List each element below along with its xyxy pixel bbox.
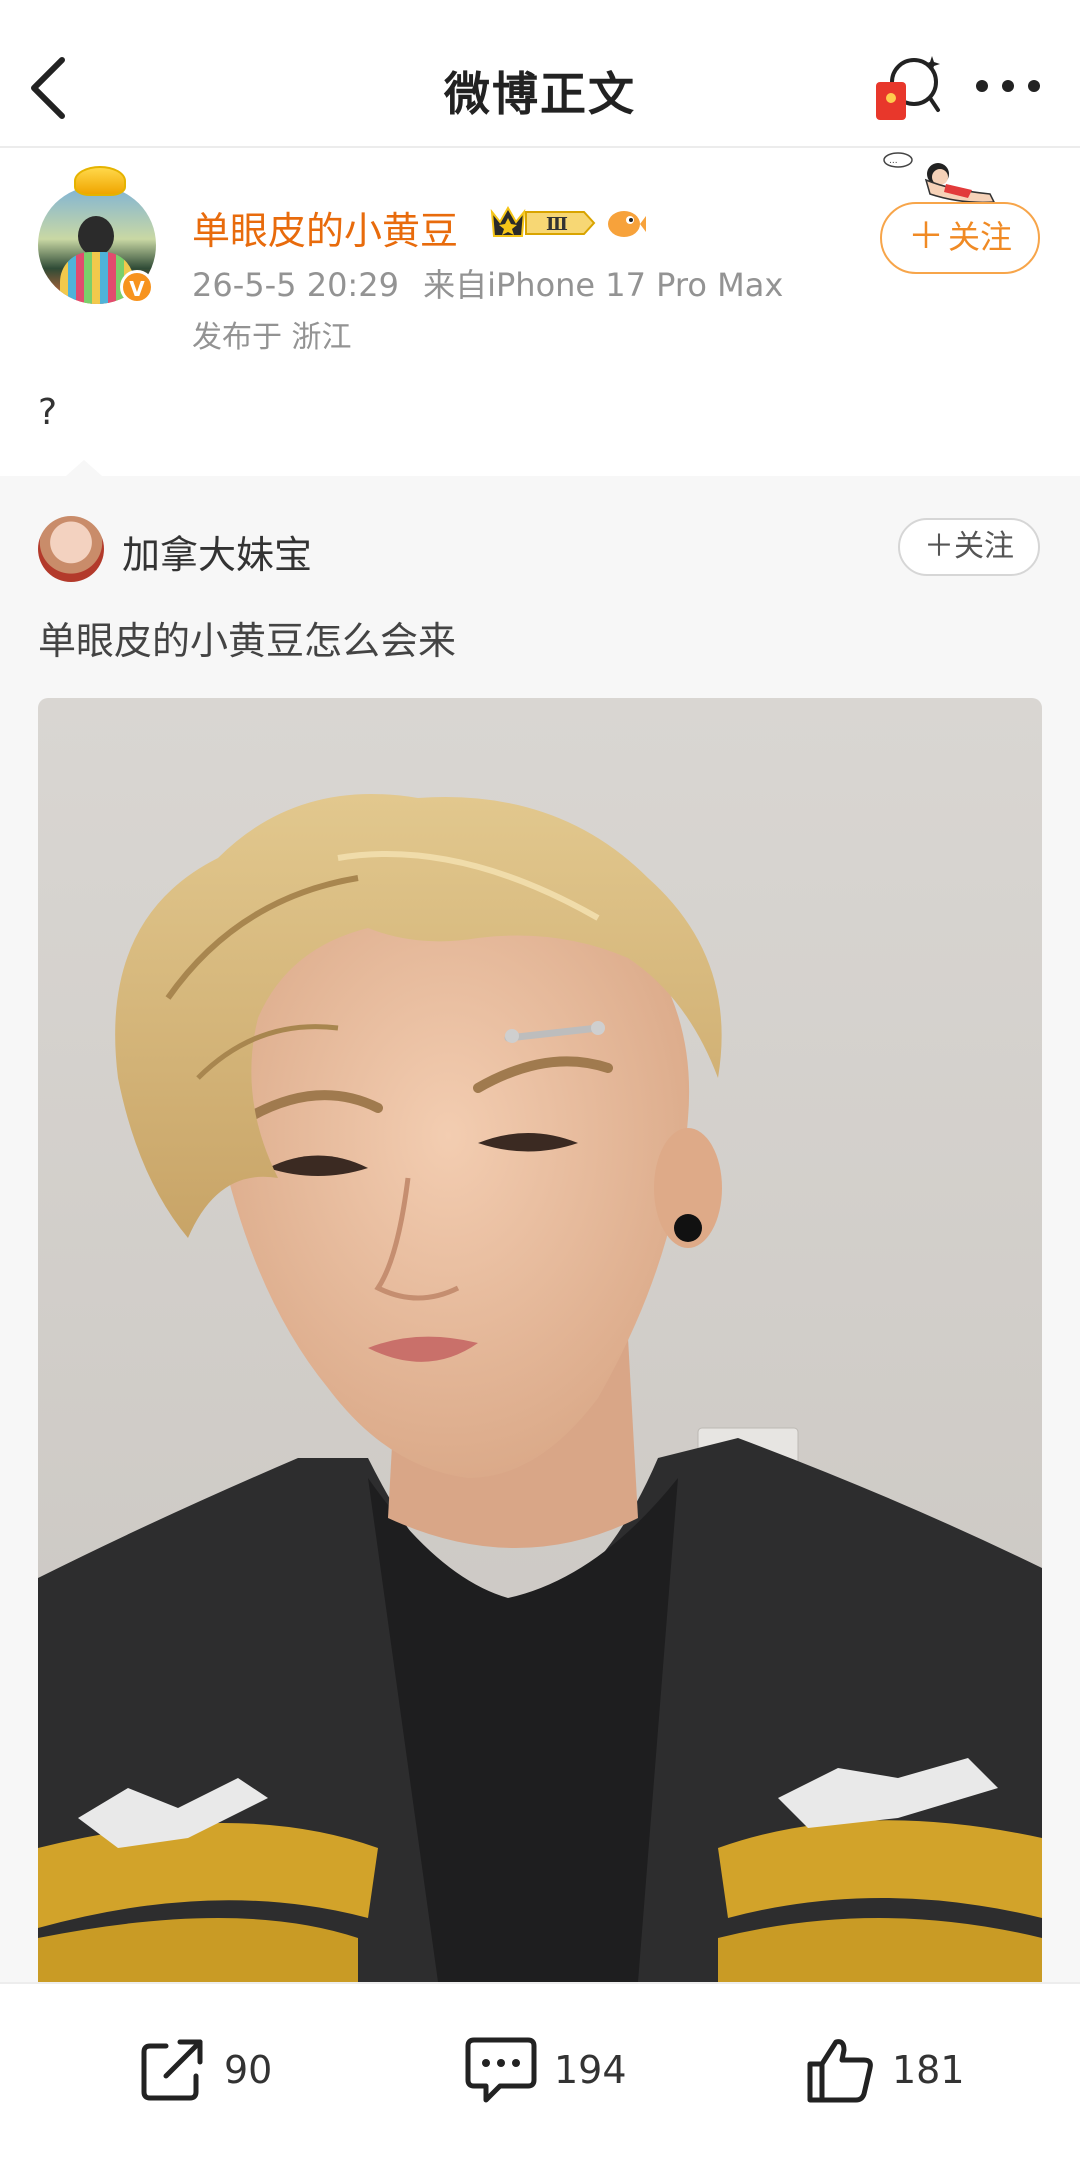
red-envelope-icon[interactable]	[872, 52, 942, 124]
follow-button[interactable]: ＋关注	[880, 202, 1040, 274]
reposted-content[interactable]: 加拿大妹宝 ＋关注 单眼皮的小黄豆怎么会来	[0, 460, 1080, 1982]
fan-badge-icon	[608, 211, 646, 237]
more-dots-icon[interactable]	[972, 66, 1044, 106]
verified-badge-icon: V	[120, 270, 154, 304]
repost-user-name[interactable]: 加拿大妹宝	[122, 524, 312, 579]
comment-icon	[465, 2037, 537, 2103]
repost-user-avatar[interactable]	[38, 516, 104, 582]
post-author-section: V 单眼皮的小黄豆 Ⅲ 26-5-5 20:29 来自iPhone 17 Pro…	[0, 148, 1080, 476]
post-meta: 26-5-5 20:29 来自iPhone 17 Pro Max	[192, 260, 783, 306]
thumbs-up-icon	[807, 2039, 873, 2103]
follow-button-label: 关注	[948, 218, 1013, 256]
repost-follow-button[interactable]: ＋关注	[898, 518, 1040, 576]
post-text: ?	[38, 392, 58, 433]
level-badge-text: Ⅲ	[546, 214, 568, 235]
share-count: 90	[224, 2048, 273, 2092]
author-name[interactable]: 单眼皮的小黄豆	[192, 200, 458, 255]
top-nav: 微博正文	[0, 0, 1080, 148]
follow-sticker-icon: ...	[883, 152, 996, 204]
comment-count: 194	[554, 2048, 627, 2092]
repost-photo[interactable]	[38, 698, 1042, 1982]
comment-button[interactable]: 194	[464, 1984, 684, 2160]
share-button[interactable]: 90	[136, 1984, 336, 2160]
repost-follow-label: 关注	[954, 529, 1014, 564]
post-timestamp: 26-5-5 20:29	[192, 266, 399, 304]
plus-icon: ＋	[907, 216, 944, 257]
bottom-action-bar: 90 194 181	[0, 1982, 1080, 2158]
svg-text:...: ...	[889, 156, 898, 166]
author-avatar[interactable]: V	[38, 166, 156, 304]
plus-icon: ＋	[924, 529, 954, 564]
post-source: 来自iPhone 17 Pro Max	[423, 266, 784, 304]
repost-text: 单眼皮的小黄豆怎么会来	[38, 619, 457, 663]
avatar-pendant-icon	[74, 166, 126, 196]
repost-pointer	[66, 460, 102, 476]
portrait-photo	[38, 698, 1042, 1982]
like-button[interactable]: 181	[804, 1984, 1004, 2160]
crown-level-badge-icon: Ⅲ	[490, 205, 596, 237]
share-icon	[141, 2039, 203, 2101]
post-location: 发布于 浙江	[192, 320, 352, 355]
like-count: 181	[892, 2048, 965, 2092]
